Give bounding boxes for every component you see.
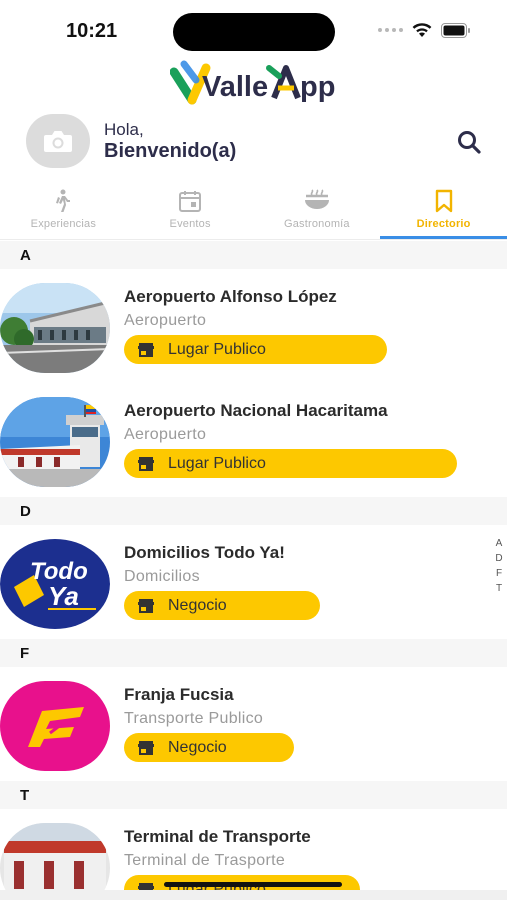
alphabet-index[interactable]: A D F T [493, 536, 505, 596]
alpha-index-letter[interactable]: F [496, 566, 502, 581]
signal-icon [378, 28, 403, 32]
hiker-icon [56, 189, 71, 212]
item-name: Aeropuerto Alfonso López [124, 287, 337, 306]
item-type-badge[interactable]: Lugar Publico [124, 449, 457, 478]
item-type-badge[interactable]: Negocio [124, 591, 320, 620]
tab-label-directorio: Directorio [416, 218, 471, 230]
store-icon [138, 456, 154, 471]
item-type-badge[interactable]: Lugar Publico [124, 335, 387, 364]
alpha-index-letter[interactable]: D [495, 551, 502, 566]
header: Hola, Bienvenido(a) [0, 112, 507, 172]
profile-photo-button[interactable] [26, 114, 90, 168]
badge-label: Lugar Publico [168, 454, 266, 472]
search-icon [458, 131, 481, 154]
calendar-icon [179, 191, 202, 212]
airport-photo-thumbnail [0, 283, 110, 373]
item-name: Franja Fucsia [124, 685, 234, 704]
tab-gastronomia[interactable]: Gastronomía [254, 184, 381, 239]
logo-text-right: pp [300, 71, 335, 103]
franja-fucsia-logo-thumbnail [0, 681, 110, 771]
food-bowl-icon [304, 189, 329, 209]
item-category: Terminal de Trasporte [124, 852, 286, 869]
tab-directorio[interactable]: Directorio [380, 184, 507, 239]
greeting-text: Hola, [104, 120, 144, 139]
badge-label: Negocio [168, 596, 227, 614]
welcome-text: Bienvenido(a) [104, 140, 237, 162]
section-header-t: T [0, 781, 507, 809]
item-name: Domicilios Todo Ya! [124, 543, 285, 562]
alpha-index-letter[interactable]: A [496, 536, 503, 551]
bookmark-icon [435, 189, 452, 213]
item-type-badge[interactable]: Negocio [124, 733, 294, 762]
wifi-icon [412, 23, 432, 37]
item-category: Transporte Publico [124, 710, 264, 727]
list-item[interactable]: Aeropuerto Nacional Hacaritama Aeropuert… [0, 383, 507, 497]
todo-ya-text-line2: Ya [48, 581, 79, 611]
section-header-a: A [0, 241, 507, 269]
home-indicator[interactable] [164, 882, 342, 887]
category-tabs: Experiencias Eventos Gastronomía Directo… [0, 184, 507, 240]
tab-label-eventos: Eventos [169, 218, 211, 230]
airport-photo-thumbnail [0, 397, 110, 487]
directory-list[interactable]: A Aeropuerto Alfonso López Aeropuerto Lu [0, 241, 507, 891]
section-header-f: F [0, 639, 507, 667]
battery-icon [441, 22, 470, 38]
section-header-d: D [0, 497, 507, 525]
todo-ya-logo-thumbnail: Todo Ya [0, 539, 110, 629]
list-item[interactable]: Terminal de Transporte Terminal de Trasp… [0, 809, 507, 891]
badge-label: Negocio [168, 738, 227, 756]
store-icon [138, 598, 154, 613]
dynamic-island [173, 13, 335, 51]
app-logo: Valle pp [170, 60, 335, 105]
status-time: 10:21 [66, 20, 118, 42]
search-button[interactable] [453, 126, 485, 158]
list-item[interactable]: Todo Ya Domicilios Todo Ya! Domicilios N… [0, 525, 507, 639]
alpha-index-letter[interactable]: T [496, 581, 502, 596]
logo-text-left: Valle [202, 71, 268, 103]
bottom-bar [0, 890, 507, 900]
item-category: Aeropuerto [124, 426, 207, 443]
terminal-photo-thumbnail [0, 823, 110, 891]
tab-eventos[interactable]: Eventos [127, 184, 254, 239]
status-bar: 10:21 [0, 0, 507, 62]
item-name: Aeropuerto Nacional Hacaritama [124, 401, 388, 420]
list-item[interactable]: Franja Fucsia Transporte Publico Negocio [0, 667, 507, 781]
store-icon [138, 342, 154, 357]
status-icons [378, 22, 471, 38]
tab-label-gastronomia: Gastronomía [283, 218, 350, 230]
item-name: Terminal de Transporte [124, 827, 311, 846]
list-item[interactable]: Aeropuerto Alfonso López Aeropuerto Luga… [0, 269, 507, 383]
badge-label: Lugar Publico [168, 340, 266, 358]
store-icon [138, 740, 154, 755]
tab-experiencias[interactable]: Experiencias [0, 184, 127, 239]
camera-icon [44, 131, 72, 152]
item-category: Aeropuerto [124, 312, 207, 329]
item-category: Domicilios [124, 568, 200, 585]
tab-label-experiencias: Experiencias [30, 218, 97, 230]
